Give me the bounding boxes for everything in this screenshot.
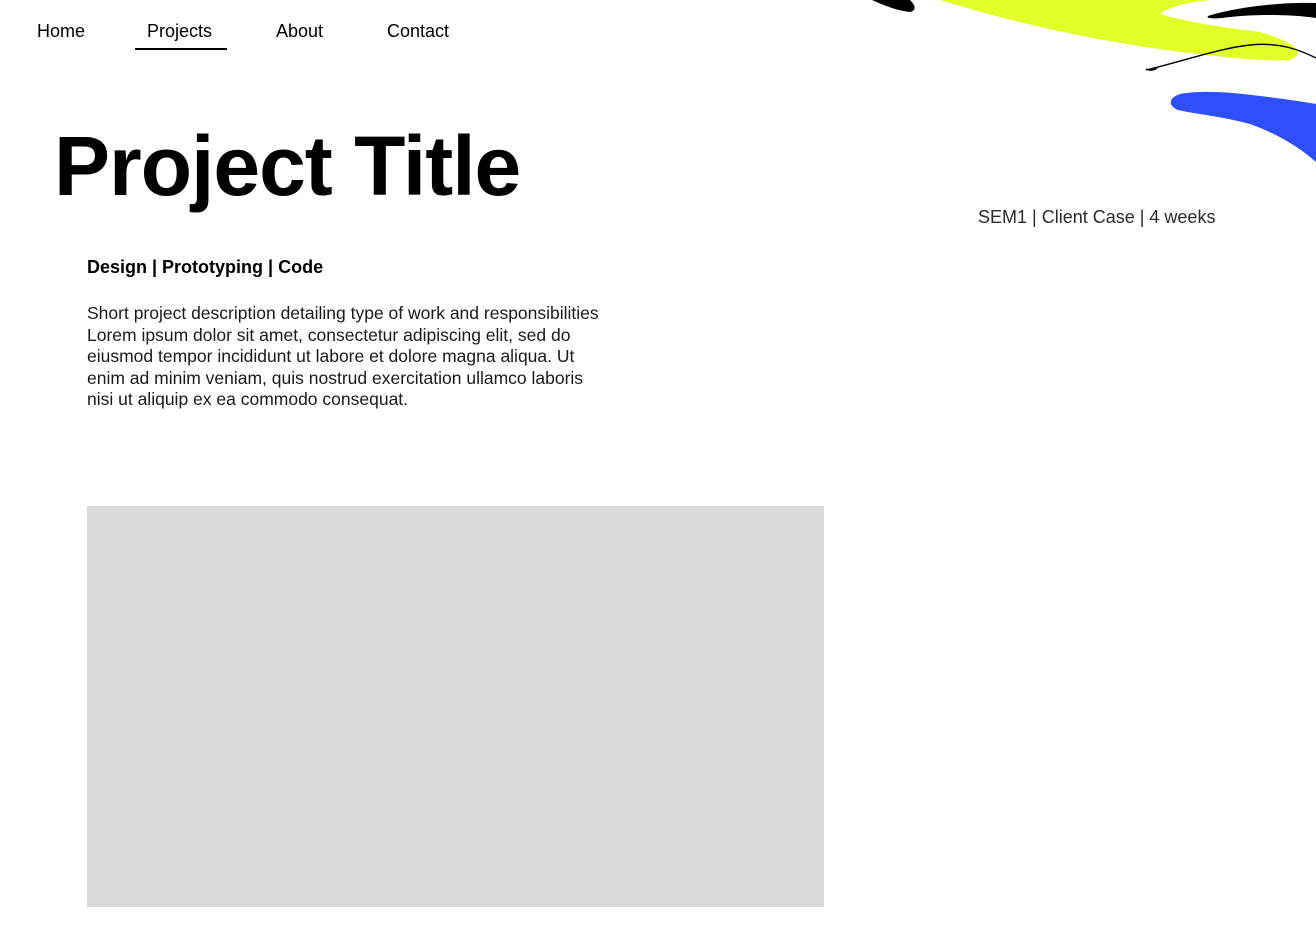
yellow-blob	[940, 0, 1298, 61]
active-nav-indicator	[135, 48, 227, 50]
description-line: nisi ut aliquip ex ea commodo consequat.	[87, 389, 409, 409]
description-line: enim ad minim veniam, quis nostrud exerc…	[87, 367, 584, 388]
description-line: Lorem ipsum dolor sit amet, consectetur …	[87, 324, 571, 345]
blue-blob	[1170, 91, 1316, 162]
nav-item-projects[interactable]: Projects	[147, 20, 212, 42]
nav-item-about[interactable]: About	[276, 20, 323, 42]
black-blob-left	[872, 0, 915, 12]
thin-curve-line	[1145, 43, 1316, 71]
page-title: Project Title	[54, 119, 521, 213]
nav-item-contact[interactable]: Contact	[387, 20, 449, 42]
project-description: Short project description detailing type…	[87, 303, 632, 411]
project-tags: Design | Prototyping | Code	[87, 257, 324, 277]
project-meta: SEM1 | Client Case | 4 weeks	[978, 207, 1216, 227]
small-hook	[1145, 67, 1158, 71]
description-line: eiusmod tempor incididunt ut labore et d…	[87, 346, 575, 366]
project-image-placeholder	[87, 506, 824, 907]
nav-item-home[interactable]: Home	[37, 20, 85, 42]
description-line: Short project description detailing type…	[87, 303, 599, 323]
black-blob-right	[1207, 2, 1316, 19]
